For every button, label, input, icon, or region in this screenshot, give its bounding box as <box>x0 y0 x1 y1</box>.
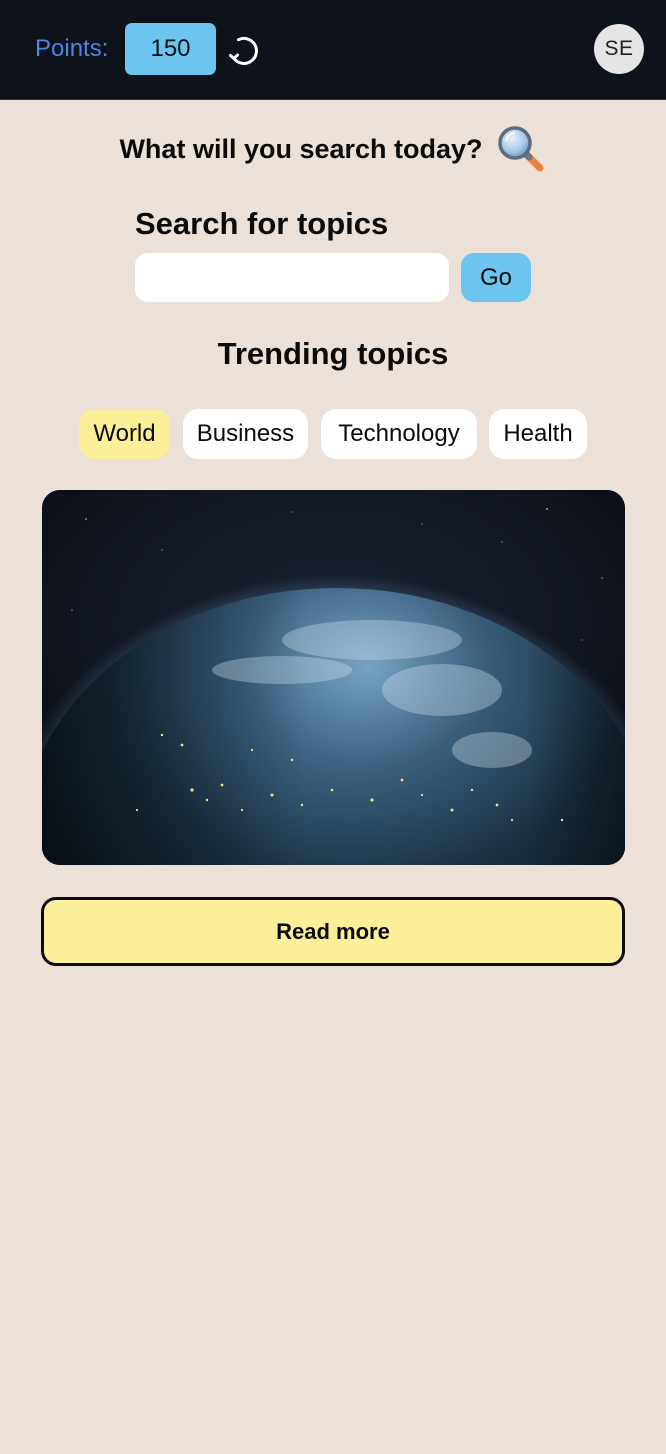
topic-chip-technology[interactable]: Technology <box>321 409 477 459</box>
topic-chip-health[interactable]: Health <box>489 409 587 459</box>
go-button[interactable]: Go <box>461 253 531 302</box>
avatar[interactable]: SE <box>594 24 644 74</box>
search-input[interactable] <box>135 253 449 302</box>
greeting: What will you search today? <box>0 122 666 176</box>
refresh-icon[interactable] <box>226 31 264 69</box>
greeting-text: What will you search today? <box>119 133 483 164</box>
topic-chip-business[interactable]: Business <box>183 409 308 459</box>
topic-chip-world[interactable]: World <box>79 409 170 459</box>
trending-title: Trending topics <box>217 336 449 371</box>
top-bar: Points: 150 SE <box>0 0 666 100</box>
points-label: Points: <box>35 35 109 62</box>
hero-image <box>42 490 625 865</box>
read-more-button[interactable]: Read more <box>41 897 625 966</box>
magnifying-glass-icon <box>497 126 544 172</box>
search-title: Search for topics <box>135 206 389 241</box>
points-badge: 150 <box>125 23 216 75</box>
